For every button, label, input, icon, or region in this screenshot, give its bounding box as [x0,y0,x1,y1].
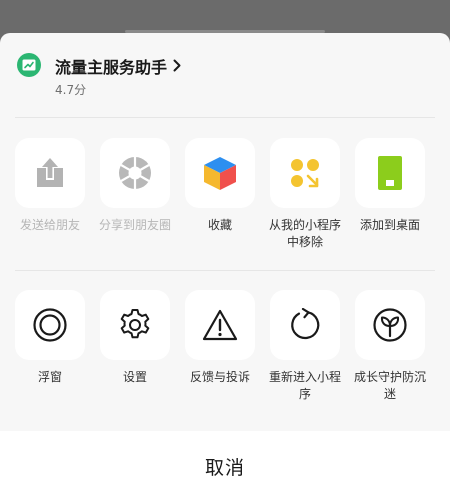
divider-header [15,117,435,118]
favorite-button[interactable]: 收藏 [184,138,256,234]
growth-guardian-label: 成长守护防沉迷 [353,370,426,401]
share-to-moments-button[interactable]: 分享到朋友圈 [99,138,171,234]
feedback-complaint-button[interactable]: 反馈与投诉 [184,290,256,386]
send-to-friend-button[interactable]: 发送给朋友 [14,138,86,234]
sprout-icon [355,290,425,360]
warning-triangle-icon [185,290,255,360]
divider-rows [15,270,435,271]
gear-icon [100,290,170,360]
chevron-right-icon [173,57,181,76]
reenter-miniprogram-label: 重新进入小程序 [268,370,341,401]
add-to-desktop-icon [355,138,425,208]
remove-from-my-miniprograms-button[interactable]: 从我的小程序中移除 [269,138,341,251]
remove-from-my-miniprograms-label: 从我的小程序中移除 [268,218,341,249]
app-name-text: 流量主服务助手 [55,58,168,77]
feedback-complaint-label: 反馈与投诉 [189,370,250,384]
reenter-miniprogram-button[interactable]: 重新进入小程序 [269,290,341,403]
share-to-moments-label: 分享到朋友圈 [98,218,171,232]
remove-miniprogram-icon [270,138,340,208]
add-to-desktop-button[interactable]: 添加到桌面 [354,138,426,234]
floating-window-label: 浮窗 [37,370,62,384]
growth-guardian-button[interactable]: 成长守护防沉迷 [354,290,426,403]
app-logo-icon [17,53,41,77]
floating-window-icon [15,290,85,360]
sheet-header[interactable]: 流量主服务助手 4.7分 [0,33,450,117]
settings-button[interactable]: 设置 [99,290,171,386]
cancel-label: 取消 [204,457,245,479]
app-rating: 4.7分 [55,83,87,97]
settings-label: 设置 [122,370,147,384]
add-to-desktop-label: 添加到桌面 [359,218,420,232]
dimmed-background[interactable] [0,0,450,33]
reload-icon [270,290,340,360]
cancel-button[interactable]: 取消 [0,431,450,502]
send-to-friend-label: 发送给朋友 [19,218,80,232]
floating-window-button[interactable]: 浮窗 [14,290,86,386]
share-out-icon [15,138,85,208]
app-name[interactable]: 流量主服务助手 [55,54,181,78]
action-sheet: 流量主服务助手 4.7分 发送给朋友 分享到朋友圈 收藏 从我的小程序中移除 添… [0,33,450,502]
favorite-label: 收藏 [207,218,232,232]
favorites-cube-icon [185,138,255,208]
moments-aperture-icon [100,138,170,208]
